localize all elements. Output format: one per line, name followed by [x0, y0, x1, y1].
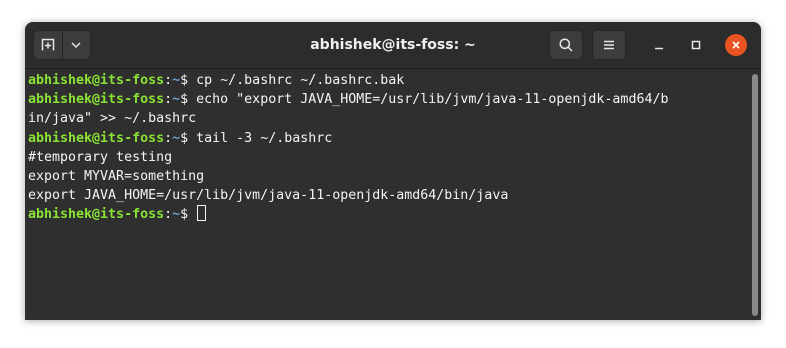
output-line: #temporary testing — [28, 148, 747, 167]
hamburger-menu-icon — [604, 40, 614, 50]
minimize-button[interactable] — [648, 34, 670, 56]
output-line: export JAVA_HOME=/usr/lib/jvm/java-11-op… — [28, 186, 747, 205]
prompt-user: abhishek@its-foss — [28, 92, 165, 108]
output-text: export JAVA_HOME=/usr/lib/jvm/java-11-op… — [28, 188, 509, 204]
header-bar: abhishek@its-foss: ~ — [25, 22, 761, 69]
terminal-window: abhishek@its-foss: ~ abhishek@its-foss:~… — [25, 22, 761, 320]
search-icon — [559, 38, 573, 52]
output-text: export MYVAR=something — [28, 168, 205, 184]
close-button[interactable] — [725, 34, 747, 56]
prompt-path: ~ — [172, 73, 181, 88]
search-button[interactable] — [549, 30, 583, 60]
output-line: export MYVAR=something — [28, 167, 747, 186]
output-text: in/java" >> ~/.bashrc — [28, 111, 197, 127]
command-text: echo "export JAVA_HOME=/usr/lib/jvm/java… — [188, 92, 669, 108]
prompt-separator: : — [164, 92, 173, 108]
minimize-icon — [655, 47, 663, 50]
terminal-output[interactable]: abhishek@its-foss:~$ cp ~/.bashrc ~/.bas… — [25, 69, 747, 320]
command-line: abhishek@its-foss:~$ echo "export JAVA_H… — [28, 90, 747, 109]
command-line: abhishek@its-foss:~$ cp ~/.bashrc ~/.bas… — [28, 71, 747, 90]
command-line: abhishek@its-foss:~$ — [28, 205, 747, 224]
prompt-symbol: $ — [180, 207, 189, 223]
prompt-symbol: $ — [180, 73, 189, 88]
prompt-symbol: $ — [180, 92, 189, 108]
command-text — [188, 207, 196, 222]
menu-button[interactable] — [592, 30, 626, 60]
command-text: cp ~/.bashrc ~/.bashrc.bak — [188, 73, 405, 88]
close-icon — [732, 41, 740, 49]
prompt-path: ~ — [172, 207, 181, 223]
prompt-path: ~ — [172, 130, 181, 146]
output-line: in/java" >> ~/.bashrc — [28, 109, 747, 128]
new-tab-dropdown-button[interactable] — [61, 31, 91, 59]
command-text: tail -3 ~/.bashrc — [188, 130, 333, 146]
prompt-separator: : — [164, 207, 173, 223]
scrollbar[interactable] — [752, 74, 758, 316]
prompt-symbol: $ — [180, 130, 189, 146]
new-tab-icon — [41, 38, 54, 51]
prompt-user: abhishek@its-foss — [28, 73, 165, 88]
maximize-button[interactable] — [685, 34, 707, 56]
new-tab-button[interactable] — [34, 31, 62, 59]
chevron-down-icon — [71, 42, 81, 49]
output-text: #temporary testing — [28, 149, 173, 165]
prompt-separator: : — [164, 73, 173, 88]
new-tab-button-group — [33, 30, 91, 60]
prompt-separator: : — [164, 130, 173, 146]
command-line: abhishek@its-foss:~$ tail -3 ~/.bashrc — [28, 129, 747, 148]
prompt-user: abhishek@its-foss — [28, 207, 165, 223]
prompt-path: ~ — [172, 92, 181, 108]
prompt-user: abhishek@its-foss — [28, 130, 165, 146]
text-cursor — [197, 205, 207, 222]
maximize-icon — [691, 40, 701, 50]
